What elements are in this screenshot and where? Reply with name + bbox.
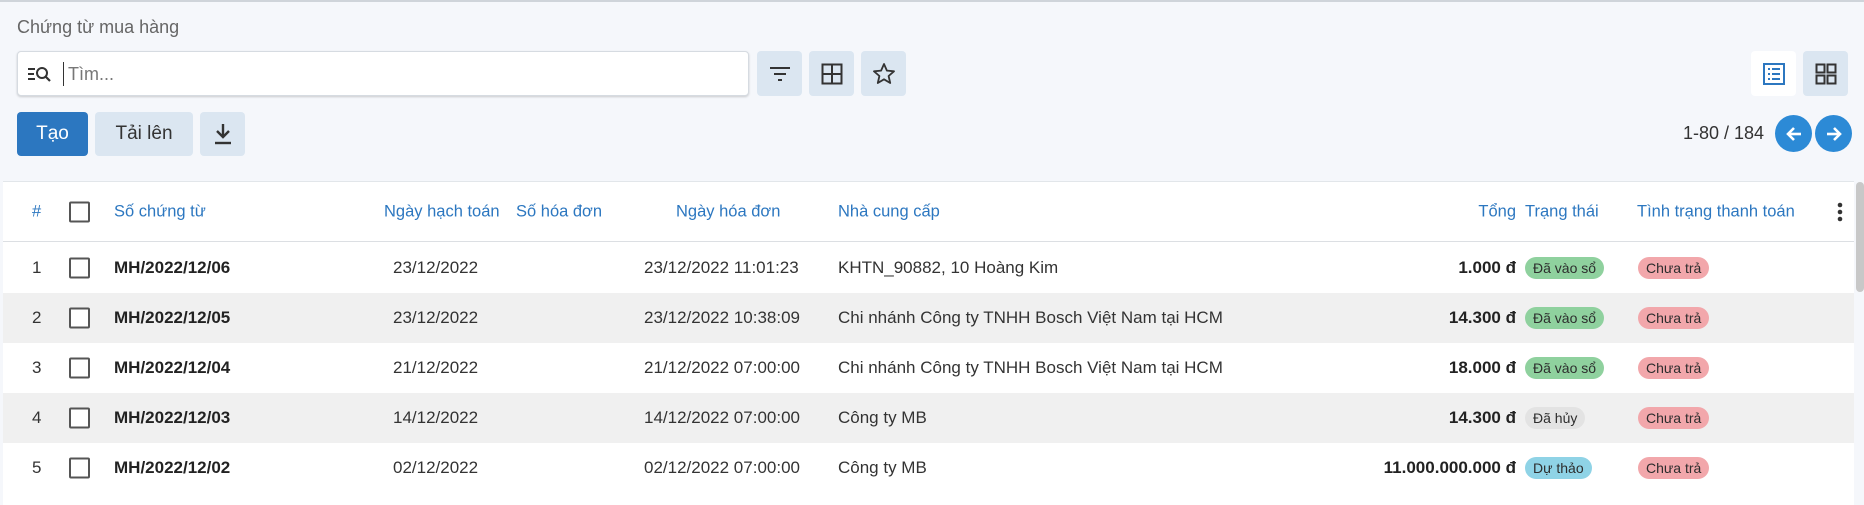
row-index: 4 [32, 408, 42, 427]
pager-next-button[interactable] [1815, 115, 1852, 152]
row-checkbox[interactable] [69, 407, 90, 429]
invoice-date: 21/12/2022 07:00:00 [644, 358, 800, 377]
select-all-checkbox[interactable] [69, 201, 90, 222]
purchase-voucher-table: # Số chứng từ Ngày hạch toán Số hóa đơn … [3, 181, 1854, 505]
column-header-payment-status[interactable]: Tình trạng thanh toán [1637, 202, 1795, 221]
payment-status-badge: Chưa trả [1638, 307, 1710, 329]
arrow-left-icon [1785, 126, 1801, 141]
total-amount: 1.000 đ [1458, 258, 1516, 277]
table-header: # Số chứng từ Ngày hạch toán Số hóa đơn … [3, 182, 1854, 242]
row-checkbox[interactable] [69, 357, 90, 379]
group-by-icon [821, 63, 842, 84]
search-list-icon [28, 67, 51, 82]
accounting-date: 23/12/2022 [393, 258, 479, 277]
invoice-date: 02/12/2022 07:00:00 [644, 458, 800, 477]
invoice-date: 23/12/2022 10:38:09 [644, 308, 800, 327]
row-index: 2 [32, 308, 42, 327]
more-vertical-icon[interactable] [1837, 202, 1843, 222]
row-index: 3 [32, 358, 42, 377]
vendor-name: Chi nhánh Công ty TNHH Bosch Việt Nam tạ… [838, 358, 1223, 377]
row-index: 5 [32, 458, 42, 477]
vendor-name: Công ty MB [838, 408, 927, 427]
download-icon [214, 124, 231, 145]
vendor-name: Công ty MB [838, 458, 927, 477]
column-header-number[interactable]: Số chứng từ [114, 202, 206, 221]
status-badge: Đã vào sổ [1525, 257, 1605, 279]
voucher-number: MH/2022/12/06 [114, 258, 231, 277]
accounting-date: 02/12/2022 [393, 458, 479, 477]
favorites-button[interactable] [861, 51, 906, 96]
group-by-button[interactable] [809, 51, 854, 96]
status-badge: Đã vào sổ [1525, 307, 1605, 329]
invoice-date: 23/12/2022 11:01:23 [644, 258, 799, 277]
table-row[interactable]: 4 MH/2022/12/03 14/12/2022 14/12/2022 07… [3, 393, 1854, 443]
total-amount: 14.300 đ [1448, 308, 1516, 327]
column-header-invoice-number[interactable]: Số hóa đơn [516, 202, 602, 221]
upload-button[interactable]: Tải lên [95, 112, 193, 156]
payment-status-badge: Chưa trả [1638, 407, 1710, 429]
kanban-view-button[interactable] [1803, 51, 1848, 96]
voucher-number: MH/2022/12/03 [114, 408, 231, 427]
table-row[interactable]: 2 MH/2022/12/05 23/12/2022 23/12/2022 10… [3, 293, 1854, 343]
voucher-number: MH/2022/12/04 [114, 358, 231, 377]
search-box[interactable] [17, 51, 749, 96]
payment-status-badge: Chưa trả [1638, 457, 1710, 479]
column-header-status[interactable]: Trạng thái [1525, 202, 1599, 221]
pager-value: 1-80 / 184 [1682, 123, 1764, 143]
table-row[interactable]: 5 MH/2022/12/02 02/12/2022 02/12/2022 07… [3, 443, 1854, 493]
create-button[interactable]: Tạo [17, 112, 88, 156]
filter-button[interactable] [757, 51, 802, 96]
accounting-date: 21/12/2022 [393, 358, 479, 377]
table-row[interactable]: 1 MH/2022/12/06 23/12/2022 23/12/2022 11… [3, 243, 1854, 293]
column-header-index: # [32, 202, 42, 220]
total-amount: 14.300 đ [1448, 408, 1516, 427]
table-row[interactable]: 3 MH/2022/12/04 21/12/2022 21/12/2022 07… [3, 343, 1854, 393]
payment-status-badge: Chưa trả [1638, 257, 1710, 279]
row-index: 1 [32, 258, 42, 277]
column-header-invoice-date[interactable]: Ngày hóa đơn [676, 202, 780, 221]
top-border [0, 0, 1864, 2]
voucher-number: MH/2022/12/05 [114, 308, 231, 327]
vendor-name: Chi nhánh Công ty TNHH Bosch Việt Nam tạ… [838, 308, 1223, 327]
list-view-icon [1762, 62, 1785, 85]
status-badge: Đã vào sổ [1525, 357, 1605, 379]
filter-icon [769, 66, 790, 81]
column-header-accounting-date[interactable]: Ngày hạch toán [384, 202, 500, 221]
accounting-date: 14/12/2022 [393, 408, 479, 427]
favorite-star-icon [872, 62, 895, 84]
download-button[interactable] [200, 112, 245, 156]
invoice-date: 14/12/2022 07:00:00 [644, 408, 800, 427]
row-checkbox[interactable] [69, 307, 90, 329]
row-checkbox[interactable] [69, 457, 90, 479]
row-checkbox[interactable] [69, 257, 90, 279]
payment-status-badge: Chưa trả [1638, 357, 1710, 379]
table-scrollbar[interactable] [1856, 182, 1864, 292]
kanban-view-icon [1815, 63, 1836, 84]
total-amount: 11.000.000.000 đ [1383, 458, 1516, 477]
voucher-number: MH/2022/12/02 [114, 458, 231, 477]
column-header-total[interactable]: Tổng [1423, 202, 1516, 221]
breadcrumb: Chứng từ mua hàng [17, 17, 180, 37]
vendor-name: KHTN_90882, 10 Hoàng Kim [838, 258, 1059, 277]
search-input[interactable] [68, 57, 728, 91]
total-amount: 18.000 đ [1448, 358, 1516, 377]
arrow-right-icon [1826, 126, 1842, 141]
list-view-button[interactable] [1751, 51, 1796, 96]
accounting-date: 23/12/2022 [393, 308, 479, 327]
text-caret [63, 62, 64, 86]
status-badge: Dự thảo [1525, 457, 1592, 479]
pager-previous-button[interactable] [1775, 115, 1812, 152]
status-badge: Đã hủy [1525, 407, 1586, 429]
column-header-vendor[interactable]: Nhà cung cấp [838, 202, 940, 221]
